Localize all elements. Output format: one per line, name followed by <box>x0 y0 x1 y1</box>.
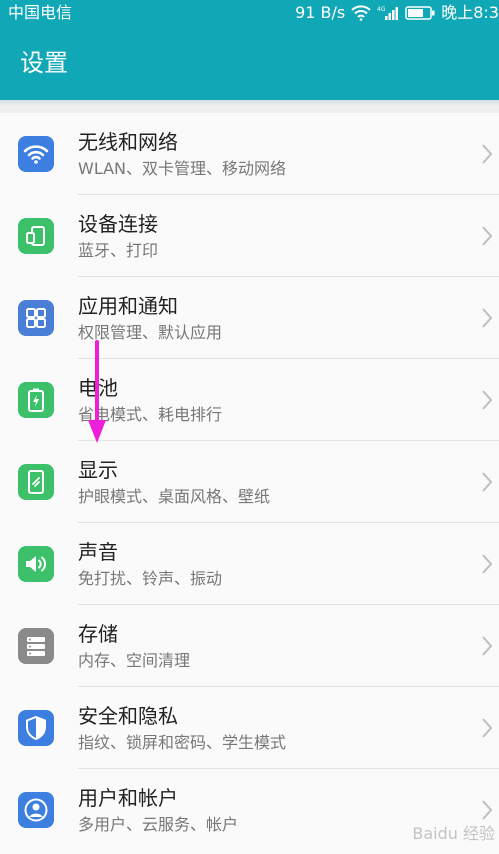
settings-item-battery[interactable]: 电池 省电模式、耗电排行 <box>0 359 499 441</box>
display-icon <box>18 464 54 500</box>
settings-item-storage[interactable]: 存储 内存、空间清理 <box>0 605 499 687</box>
network-speed: 91 B/s <box>295 3 346 22</box>
settings-item-subtitle: 免打扰、铃声、振动 <box>78 569 223 588</box>
settings-item-sound[interactable]: 声音 免打扰、铃声、振动 <box>0 523 499 605</box>
settings-item-subtitle: 内存、空间清理 <box>78 651 191 670</box>
settings-item-security-privacy[interactable]: 安全和隐私 指纹、锁屏和密码、学生模式 <box>0 687 499 769</box>
speaker-icon <box>18 546 54 582</box>
chevron-right-icon <box>482 472 493 492</box>
settings-item-subtitle: 多用户、云服务、帐户 <box>78 815 239 834</box>
status-bar-right: 91 B/s 4G 晚上8:3 <box>295 0 499 26</box>
settings-item-title: 声音 <box>78 540 118 564</box>
svg-text:4G: 4G <box>377 6 386 13</box>
battery-level-icon <box>405 6 435 20</box>
settings-item-subtitle: 权限管理、默认应用 <box>78 323 223 342</box>
settings-item-subtitle: 蓝牙、打印 <box>78 241 159 260</box>
settings-item-display[interactable]: 显示 护眼模式、桌面风格、壁纸 <box>0 441 499 523</box>
apps-grid-icon <box>18 300 54 336</box>
storage-icon <box>18 628 54 664</box>
wifi-icon <box>18 136 54 172</box>
settings-item-subtitle: 护眼模式、桌面风格、壁纸 <box>78 487 271 506</box>
chevron-right-icon <box>482 718 493 738</box>
carrier-name: 中国电信 <box>8 3 73 22</box>
app-bar-shadow <box>0 100 499 106</box>
watermark: Baidu 经验 <box>412 824 495 843</box>
user-icon <box>18 792 54 828</box>
page-title: 设置 <box>20 49 68 77</box>
chevron-right-icon <box>482 308 493 328</box>
chevron-right-icon <box>482 554 493 574</box>
chevron-right-icon <box>482 800 493 820</box>
wifi-signal-icon <box>351 5 371 21</box>
chevron-right-icon <box>482 390 493 410</box>
chevron-right-icon <box>482 636 493 656</box>
settings-item-subtitle: 指纹、锁屏和密码、学生模式 <box>78 733 287 752</box>
device-connection-icon <box>18 218 54 254</box>
status-bar: 中国电信 91 B/s 4G 晚上8:3 <box>0 0 499 26</box>
settings-item-title: 安全和隐私 <box>78 704 178 728</box>
clock: 晚上8:3 <box>441 3 499 22</box>
settings-item-title: 存储 <box>78 622 118 646</box>
settings-item-subtitle: 省电模式、耗电排行 <box>78 405 223 424</box>
settings-item-title: 无线和网络 <box>78 130 178 154</box>
settings-item-subtitle: WLAN、双卡管理、移动网络 <box>78 159 287 178</box>
settings-item-apps-notifications[interactable]: 应用和通知 权限管理、默认应用 <box>0 277 499 359</box>
battery-icon <box>18 382 54 418</box>
chevron-right-icon <box>482 144 493 164</box>
settings-item-title: 设备连接 <box>78 212 158 236</box>
shield-icon <box>18 710 54 746</box>
settings-item-title: 用户和帐户 <box>78 786 178 810</box>
settings-item-title: 应用和通知 <box>78 294 178 318</box>
settings-list: 无线和网络 WLAN、双卡管理、移动网络 设备连接 蓝牙、打印 应用和通知 权限… <box>0 113 499 854</box>
settings-item-title: 显示 <box>78 458 118 482</box>
app-bar: 设置 <box>0 26 499 100</box>
settings-item-device-connection[interactable]: 设备连接 蓝牙、打印 <box>0 195 499 277</box>
settings-item-wireless-network[interactable]: 无线和网络 WLAN、双卡管理、移动网络 <box>0 113 499 195</box>
settings-item-title: 电池 <box>78 376 118 400</box>
chevron-right-icon <box>482 226 493 246</box>
cellular-signal-icon: 4G <box>377 5 399 21</box>
